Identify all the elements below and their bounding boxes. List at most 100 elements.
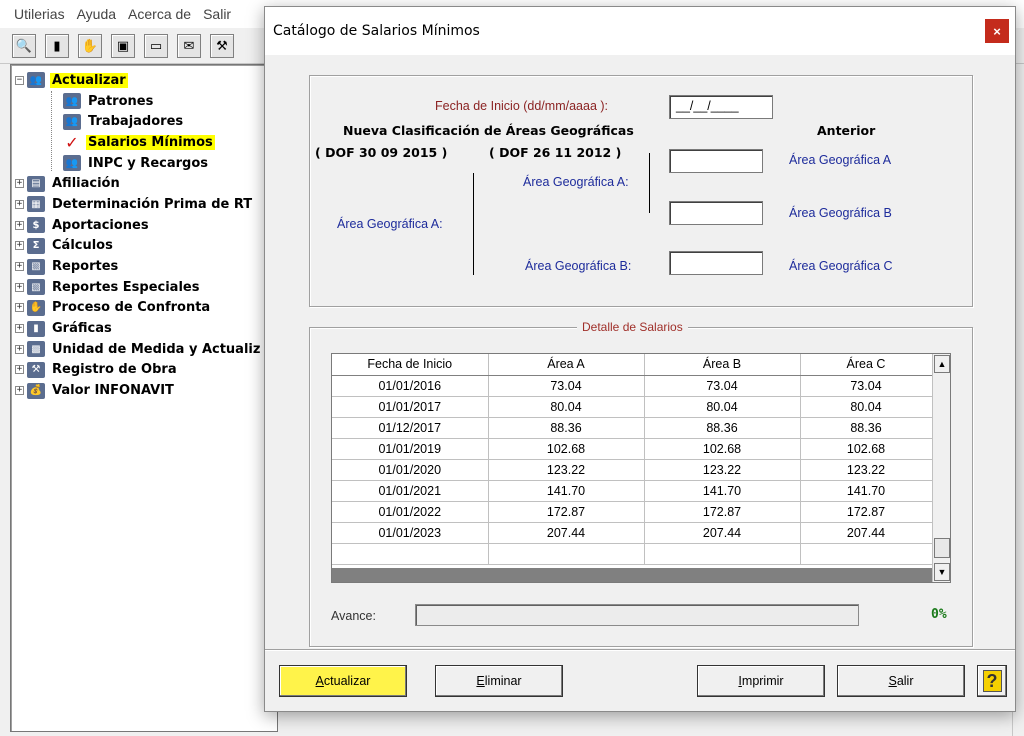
tree-item-label: Actualizar (50, 72, 128, 88)
table-cell: 80.04 (644, 396, 801, 418)
fecha-inicio-input[interactable]: __/__/____ (669, 95, 773, 119)
imprimir-button[interactable]: Imprimir (697, 665, 825, 697)
expand-icon[interactable]: + (15, 344, 24, 354)
tree-item-label: Determinación Prima de RT (52, 196, 253, 212)
nueva-clasificacion-title: Nueva Clasificación de Áreas Geográficas (343, 123, 634, 138)
group-icon: 👥 (27, 72, 45, 89)
column-header-area-a[interactable]: Área A (488, 354, 645, 376)
expand-icon[interactable]: + (15, 241, 24, 251)
area-mid-input[interactable] (669, 201, 763, 225)
tree-item[interactable]: + ▮ Gráficas (11, 318, 277, 339)
scroll-down-icon[interactable]: ▼ (934, 563, 950, 581)
dof-2015-label: ( DOF 30 09 2015 ) (315, 145, 448, 160)
tree-item[interactable]: + ▧ Reportes (11, 256, 277, 277)
tree-item[interactable]: + ▧ Reportes Especiales (11, 277, 277, 298)
tree-item[interactable]: 👥 INPC y Recargos (11, 153, 277, 174)
expand-icon[interactable]: + (15, 262, 24, 272)
column-header-fecha[interactable]: Fecha de Inicio (332, 354, 489, 376)
report-icon: ▧ (27, 279, 45, 296)
salir-button[interactable]: Salir (837, 665, 965, 697)
table-row[interactable]: 01/01/2019 102.68 102.68 102.68 (332, 438, 933, 460)
table-cell: 172.87 (488, 501, 645, 523)
minimize-icon[interactable]: ▭ (144, 33, 168, 58)
expand-icon[interactable]: + (15, 303, 24, 313)
table-cell: 01/01/2016 (332, 375, 489, 397)
save-icon[interactable]: ▣ (111, 33, 135, 58)
tree-item-label: Reportes Especiales (52, 279, 200, 295)
menu-utilerias[interactable]: Utilerias (14, 6, 65, 22)
table-row[interactable]: 01/12/2017 88.36 88.36 88.36 (332, 417, 933, 439)
close-button[interactable]: × (985, 19, 1009, 43)
table-cell: 01/12/2017 (332, 417, 489, 439)
grid-vertical-scrollbar[interactable]: ▲ ▼ (932, 354, 950, 582)
menu-salir[interactable]: Salir (203, 6, 231, 22)
salarios-grid[interactable]: Fecha de Inicio Área A Área B Área C 01/… (331, 353, 951, 583)
area-a-input[interactable] (669, 149, 763, 173)
eliminar-button[interactable]: Eliminar (435, 665, 563, 697)
salarios-table: Fecha de Inicio Área A Área B Área C 01/… (332, 354, 933, 565)
scroll-up-icon[interactable]: ▲ (934, 355, 950, 373)
table-row[interactable] (332, 543, 933, 565)
chart-icon[interactable]: ▮ (45, 33, 69, 58)
tree-item[interactable]: + $ Aportaciones (11, 215, 277, 236)
dollar-icon: $ (27, 217, 45, 234)
expand-icon[interactable]: + (15, 199, 24, 209)
tree-item[interactable]: + ✋ Proceso de Confronta (11, 298, 277, 319)
actualizar-button[interactable]: Actualizar (279, 665, 407, 697)
tree-item[interactable]: + ▤ Afiliación (11, 173, 277, 194)
search-icon[interactable]: 🔍 (12, 33, 36, 58)
tools-icon[interactable]: ⚒ (210, 33, 234, 58)
dof-2012-label: ( DOF 26 11 2012 ) (489, 145, 622, 160)
stamp-icon[interactable]: ✉ (177, 33, 201, 58)
tree-item-label: Valor INFONAVIT (52, 383, 174, 399)
scroll-thumb[interactable] (934, 538, 950, 558)
table-cell: 80.04 (800, 396, 933, 418)
menu-ayuda[interactable]: Ayuda (77, 6, 116, 22)
handshake-icon: ✋ (27, 299, 45, 316)
table-cell: 01/01/2022 (332, 501, 489, 523)
expand-icon[interactable]: + (15, 179, 24, 189)
tree-item-label: Afiliación (52, 176, 120, 192)
menu-acerca-de[interactable]: Acerca de (128, 6, 191, 22)
table-row[interactable]: 01/01/2021 141.70 141.70 141.70 (332, 480, 933, 502)
report-icon: ▧ (27, 258, 45, 275)
tree-item[interactable]: − 👥 Actualizar (11, 70, 277, 91)
help-button[interactable]: ? (977, 665, 1007, 697)
handshake-icon[interactable]: ✋ (78, 33, 102, 58)
tree-item[interactable]: + 💰 Valor INFONAVIT (11, 380, 277, 401)
table-cell (332, 543, 489, 565)
table-cell: 88.36 (644, 417, 801, 439)
group-icon: 👥 (63, 155, 81, 172)
chart-icon: ▦ (27, 196, 45, 213)
expand-icon[interactable]: + (15, 220, 24, 230)
collapse-icon[interactable]: − (15, 75, 24, 85)
tree-item[interactable]: 👥 Patrones (11, 91, 277, 112)
tree-item[interactable]: + ▦ Determinación Prima de RT (11, 194, 277, 215)
anterior-area-c-label: Área Geográfica C (789, 259, 893, 273)
column-header-area-b[interactable]: Área B (644, 354, 801, 376)
tree-item[interactable]: + ▩ Unidad de Medida y Actualiz (11, 339, 277, 360)
table-row[interactable]: 01/01/2023 207.44 207.44 207.44 (332, 522, 933, 544)
expand-icon[interactable]: + (15, 365, 24, 375)
area-b-input[interactable] (669, 251, 763, 275)
tree-item[interactable]: + Σ Cálculos (11, 236, 277, 257)
anterior-area-a-label: Área Geográfica A (789, 153, 892, 167)
expand-icon[interactable]: + (15, 386, 24, 396)
table-cell: 01/01/2019 (332, 438, 489, 460)
table-row[interactable]: 01/01/2022 172.87 172.87 172.87 (332, 501, 933, 523)
expand-icon[interactable]: + (15, 324, 24, 334)
column-header-area-c[interactable]: Área C (800, 354, 933, 376)
salarios-minimos-dialog: Catálogo de Salarios Mínimos × Fecha de … (264, 6, 1016, 712)
tree-item[interactable]: + ⚒ Registro de Obra (11, 360, 277, 381)
table-row[interactable]: 01/01/2016 73.04 73.04 73.04 (332, 375, 933, 397)
tree-item-label: Patrones (88, 93, 154, 109)
table-cell: 141.70 (488, 480, 645, 502)
imprimir-label: mprimir (741, 674, 784, 688)
tree-item[interactable]: ✓ Salarios Mínimos (11, 132, 277, 153)
table-row[interactable]: 01/01/2017 80.04 80.04 80.04 (332, 396, 933, 418)
tree-item[interactable]: 👥 Trabajadores (11, 111, 277, 132)
table-cell: 141.70 (800, 480, 933, 502)
table-row[interactable]: 01/01/2020 123.22 123.22 123.22 (332, 459, 933, 481)
table-cell: 172.87 (800, 501, 933, 523)
expand-icon[interactable]: + (15, 282, 24, 292)
